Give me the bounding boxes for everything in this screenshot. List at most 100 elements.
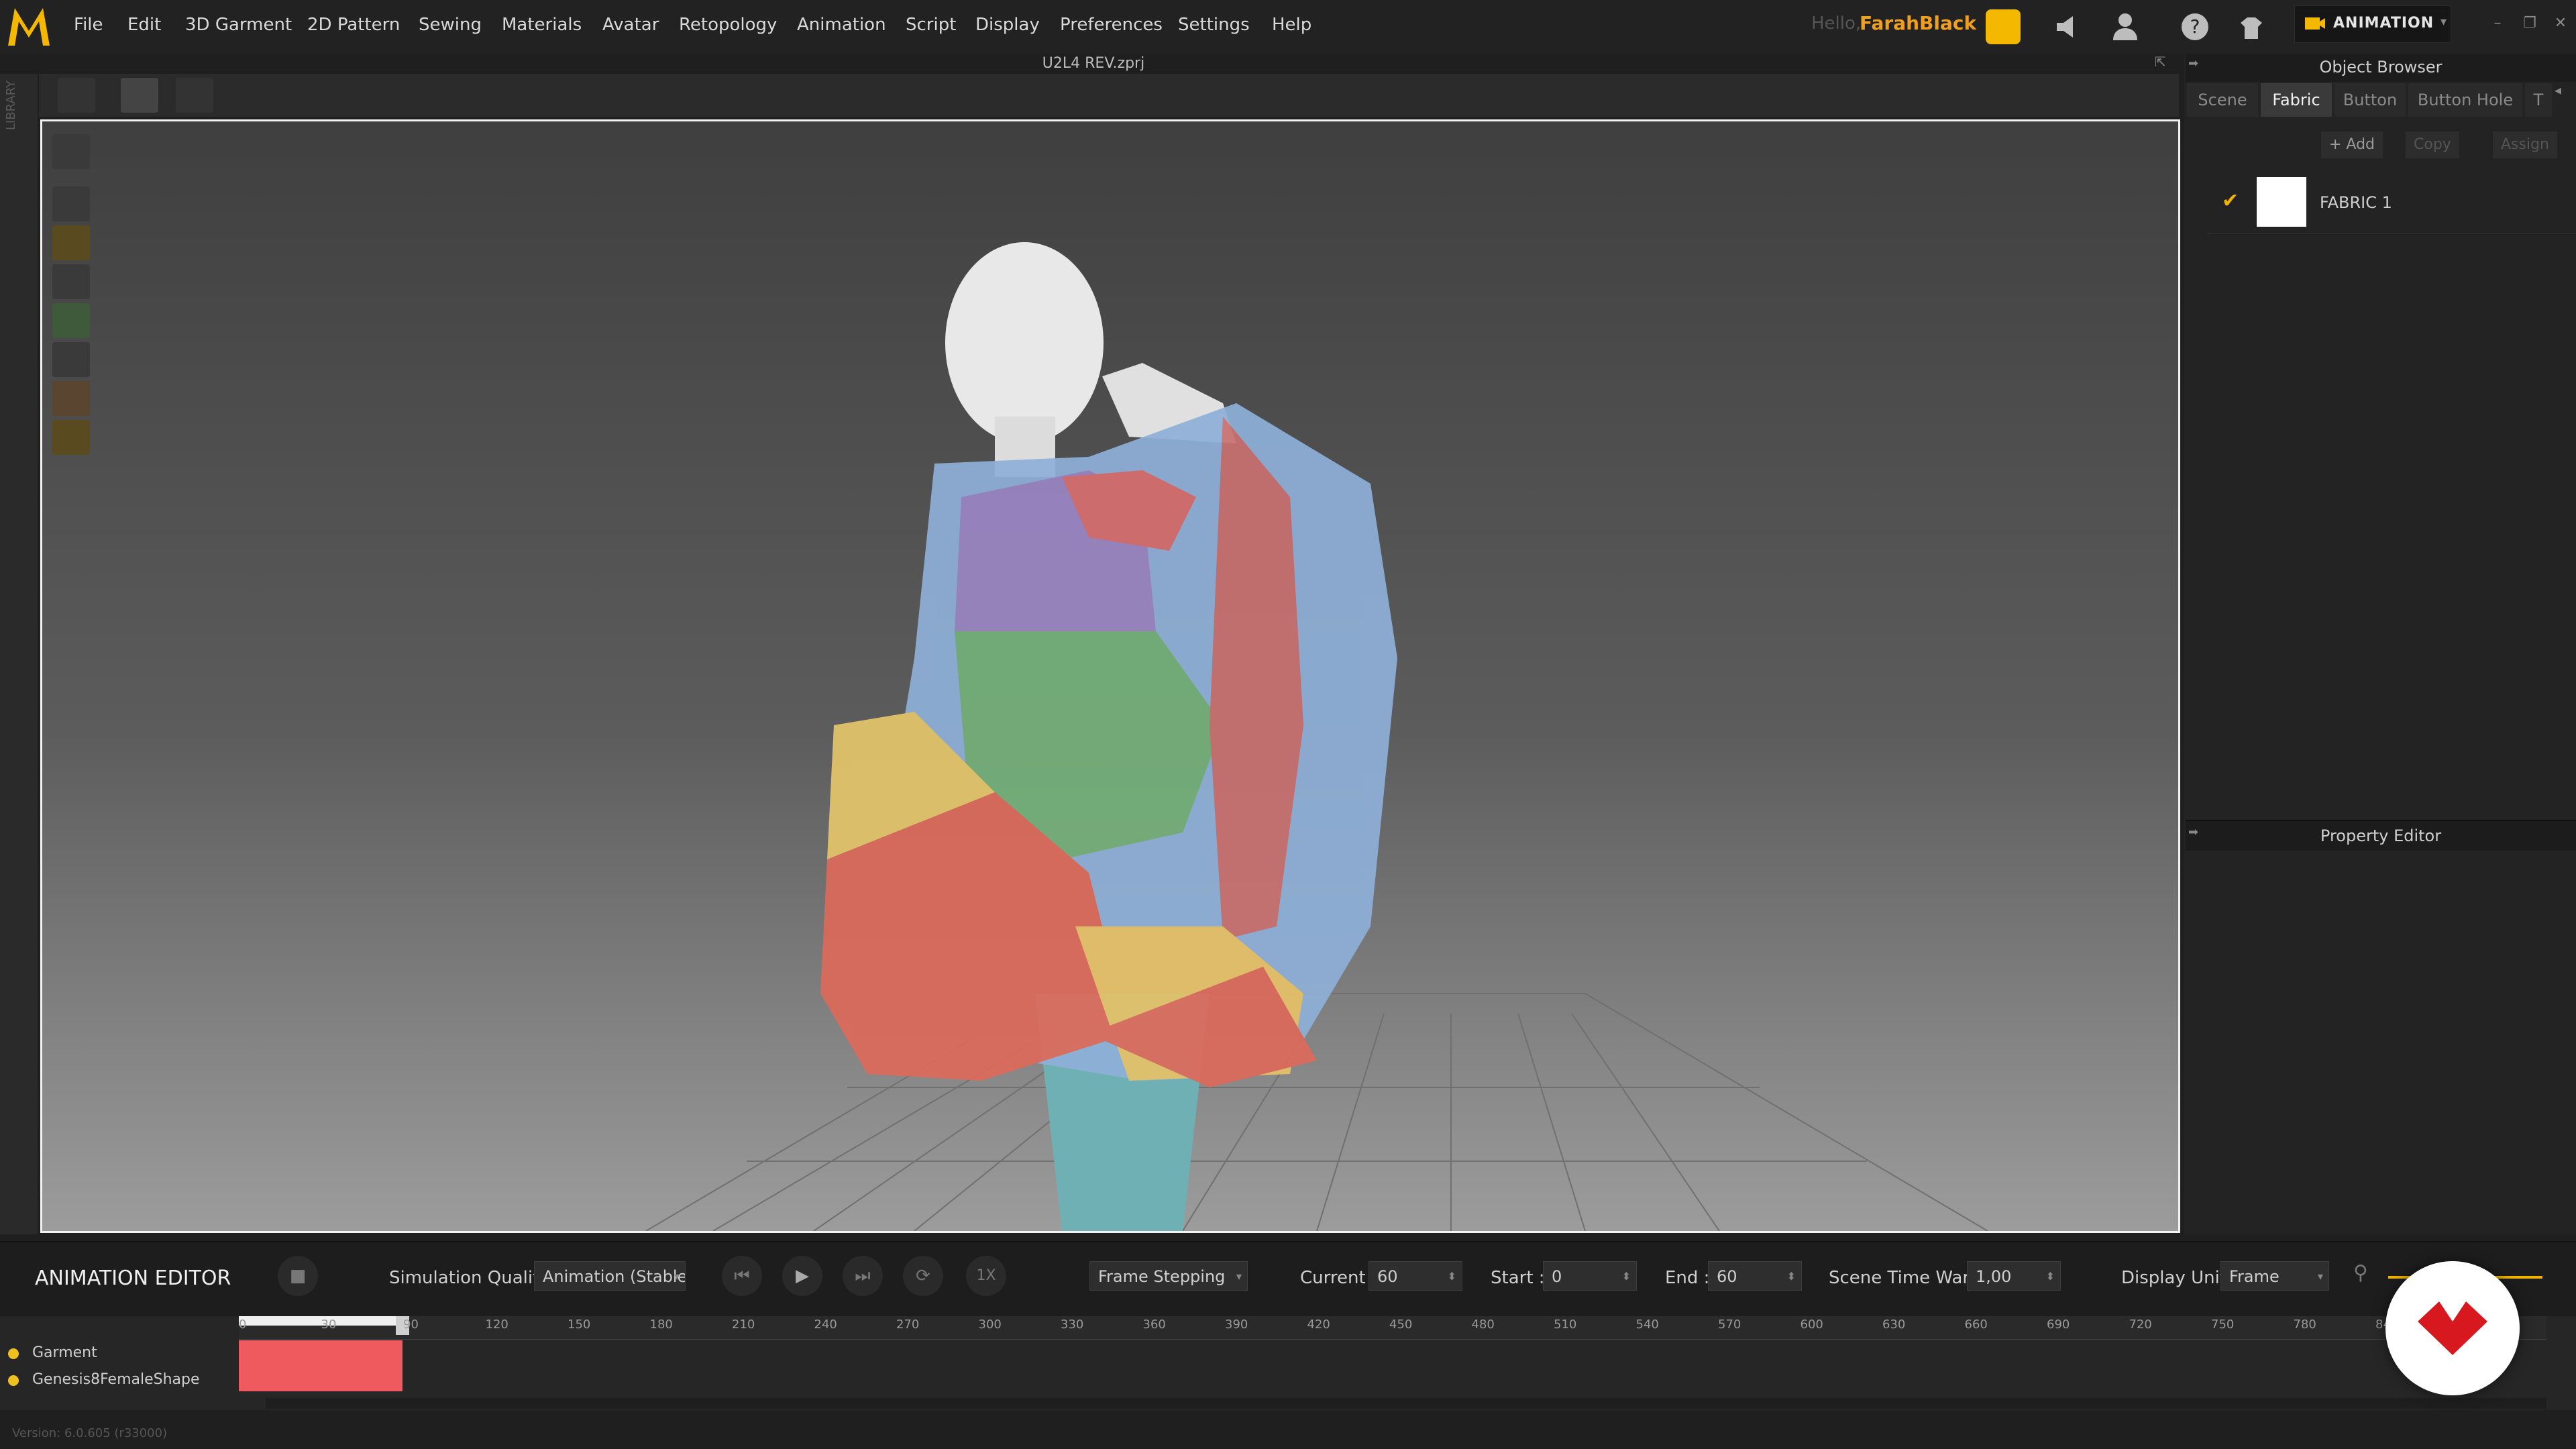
animation-clip-bar[interactable] [239, 1340, 402, 1391]
garment-patches [820, 403, 1397, 1087]
menu-item[interactable]: Script [906, 15, 956, 35]
display-unit-select[interactable]: Frame ▾ [2220, 1261, 2329, 1291]
timeline-tick-label: 150 [568, 1318, 591, 1332]
timeline-tick-label: 180 [649, 1318, 673, 1332]
garment-view-icon[interactable] [52, 186, 90, 221]
texture-view-icon[interactable] [52, 303, 90, 338]
menu-item[interactable]: Settings [1178, 15, 1250, 35]
menu-item[interactable]: 2D Pattern [307, 15, 400, 35]
timeline-tick-label: 750 [2211, 1318, 2235, 1332]
tab-scroll-left-icon[interactable]: ◂ [2555, 82, 2561, 98]
timeline-tick-label: 720 [2129, 1318, 2152, 1332]
end-frame-label: End : [1665, 1268, 1710, 1288]
menu-item[interactable]: Avatar [602, 15, 659, 35]
time-warp-field[interactable]: 1,00 ⬍ [1967, 1261, 2061, 1291]
render-style-icon[interactable] [52, 134, 90, 169]
library-label[interactable]: LIBRARY [4, 80, 18, 130]
timeline-scrollbar[interactable] [266, 1398, 2546, 1409]
copy-fabric-button[interactable]: Copy [2406, 131, 2459, 158]
track-name[interactable]: Genesis8FemaleShape [32, 1371, 200, 1388]
fabric-swatch[interactable] [2257, 177, 2306, 227]
track-status-dot [8, 1348, 19, 1359]
menu-item[interactable]: Help [1272, 15, 1311, 35]
menu-item[interactable]: Sewing [419, 15, 482, 35]
cloud-sync-icon[interactable] [1986, 9, 2021, 44]
menu-item[interactable]: 3D Garment [185, 15, 292, 35]
timeline-tick-label: 570 [1718, 1318, 1741, 1332]
loop-icon[interactable]: ⟳ [903, 1256, 943, 1296]
start-frame-field[interactable]: 0 ⬍ [1543, 1261, 1637, 1291]
tab-button-hole[interactable]: Button Hole [2408, 83, 2522, 117]
restore-button[interactable]: ❐ [2518, 15, 2541, 38]
menu-item[interactable]: Materials [502, 15, 582, 35]
simulation-quality-select[interactable]: Animation (Stable ▾ [534, 1261, 686, 1291]
timeline-tick-label: 660 [1964, 1318, 1988, 1332]
track-name[interactable]: Garment [32, 1344, 97, 1361]
time-warp-label: Scene Time Warp [1829, 1268, 1981, 1288]
pin-tool-icon[interactable] [176, 78, 213, 113]
timeline-tick-label: 450 [1389, 1318, 1413, 1332]
marvelous-designer-logo-icon[interactable] [5, 4, 52, 48]
fast-forward-icon[interactable]: ⏭ [843, 1256, 883, 1296]
menu-item[interactable]: Display [975, 15, 1040, 35]
tab-button[interactable]: Button [2334, 83, 2406, 117]
avatar-view-icon[interactable] [52, 264, 90, 299]
tab-scene[interactable]: Scene [2187, 83, 2258, 117]
timeline-tick-label: 600 [1800, 1318, 1823, 1332]
menu-item[interactable]: Retopology [679, 15, 777, 35]
assign-fabric-button[interactable]: Assign [2493, 131, 2557, 158]
play-icon[interactable]: ▶ [782, 1256, 822, 1296]
end-frame-field[interactable]: 60 ⬍ [1708, 1261, 1802, 1291]
select-move-tool-icon[interactable] [121, 78, 158, 113]
viewport-side-tools [52, 134, 93, 463]
avatar-head [945, 242, 1104, 443]
username[interactable]: FarahBlack [1860, 12, 1976, 34]
start-frame-label: Start : [1491, 1268, 1545, 1288]
3d-viewport[interactable] [40, 119, 2180, 1233]
timeline-tick-label: 510 [1554, 1318, 1577, 1332]
frame-stepping-select[interactable]: Frame Stepping ▾ [1089, 1261, 1248, 1291]
track-status-dot [8, 1375, 19, 1386]
minimize-button[interactable]: – [2486, 15, 2509, 38]
menu-item[interactable]: File [74, 15, 103, 35]
playback-speed-button[interactable]: 1X [966, 1256, 1006, 1296]
shading-icon[interactable] [52, 342, 90, 377]
timeline-tick-label: 420 [1307, 1318, 1330, 1332]
timeline-tick-label: 120 [485, 1318, 508, 1332]
menu-item[interactable]: Animation [797, 15, 886, 35]
help-icon[interactable]: ? [2178, 9, 2212, 44]
camera-icon [2305, 17, 2325, 30]
timeline-tick-label: 240 [814, 1318, 837, 1332]
timeline-tick-label: 300 [978, 1318, 1002, 1332]
speaker-icon[interactable] [2051, 9, 2086, 44]
tab-fabric[interactable]: Fabric [2261, 83, 2332, 117]
timeline-tick-label: 690 [2047, 1318, 2070, 1332]
shirt-add-icon[interactable] [2234, 9, 2269, 44]
avatar-skin-icon[interactable] [52, 381, 90, 416]
globe-icon[interactable] [52, 420, 90, 455]
record-camera-icon[interactable]: ■ [278, 1256, 318, 1296]
menu-item[interactable]: Edit [127, 15, 161, 35]
checkmark-icon[interactable]: ✔ [2222, 189, 2239, 213]
viewport-toolbar [39, 74, 2179, 117]
library-strip[interactable] [0, 74, 38, 1234]
menu-item[interactable]: Preferences [1060, 15, 1163, 35]
popout-icon[interactable]: ⇱ [2155, 54, 2166, 70]
close-button[interactable]: ✕ [2549, 15, 2572, 38]
add-fabric-button[interactable]: + Add [2321, 131, 2383, 158]
timeline-tick-label: 90 [403, 1318, 419, 1332]
current-frame-field[interactable]: 60 ⬍ [1368, 1261, 1462, 1291]
scene-render [645, 242, 1988, 1231]
rewind-icon[interactable]: ⏮ [722, 1256, 762, 1296]
fabric-name: FABRIC 1 [2320, 193, 2392, 212]
object-browser-title: Object Browser [2319, 58, 2443, 76]
tab-topstitch[interactable]: T [2525, 83, 2552, 117]
user-icon[interactable] [2108, 9, 2143, 44]
display-unit-label: Display Unit [2121, 1268, 2227, 1288]
simulation-tool-icon[interactable] [58, 78, 95, 113]
zoom-icon[interactable]: ⚲ [2353, 1261, 2368, 1285]
mode-label: ANIMATION [2333, 15, 2434, 32]
timeline-tick-label: 390 [1225, 1318, 1248, 1332]
timeline-tick-label: 630 [1882, 1318, 1906, 1332]
arrangement-points-icon[interactable] [52, 225, 90, 260]
